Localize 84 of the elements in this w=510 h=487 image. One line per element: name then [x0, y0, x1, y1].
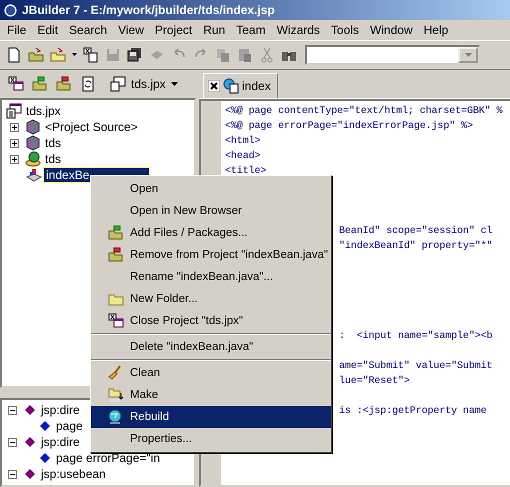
app-logo-icon — [3, 2, 18, 18]
tag-icon — [23, 404, 37, 416]
java-file-icon — [26, 167, 42, 183]
tree-item[interactable]: tds — [43, 136, 64, 150]
menu-item[interactable]: Team — [231, 23, 272, 37]
attribute-icon — [38, 452, 52, 464]
expand-icon[interactable] — [10, 154, 19, 164]
project-selector[interactable]: tds.jpx — [110, 76, 178, 92]
globe-page-icon — [223, 78, 239, 94]
open-folder-icon[interactable] — [50, 47, 66, 63]
open-folder-icon[interactable] — [28, 47, 44, 63]
refresh-icon[interactable] — [80, 76, 96, 92]
attribute-icon — [38, 420, 52, 432]
menu-item[interactable]: Tools — [326, 23, 365, 37]
close-icon[interactable] — [208, 80, 220, 92]
menu-item[interactable]: Make — [91, 384, 331, 406]
window-title: JBuilder 7 - E:/mywork/jbuilder/tds/index.jsp — [22, 3, 275, 17]
menu-item[interactable]: Close Project "tds.jpx" — [91, 310, 331, 332]
code-line: <%@ page contentType="text/html; charset=GBK" % — [225, 105, 502, 118]
dropdown-arrow-icon[interactable] — [170, 82, 178, 86]
code-line: BeanId" scope="session" cl — [339, 225, 492, 238]
menu-item[interactable]: Remove from Project "indexBean.java" — [91, 244, 331, 266]
close-project-icon — [108, 313, 124, 329]
menu-item[interactable]: Run — [198, 23, 232, 37]
folder-add-icon — [108, 225, 124, 241]
project-file-icon — [110, 76, 126, 92]
tag-icon — [23, 436, 37, 448]
tree-item[interactable]: tds — [43, 152, 64, 166]
folder-remove-icon — [108, 247, 124, 263]
menu-item[interactable]: Wizards — [272, 23, 326, 37]
editor-tab[interactable]: index — [203, 73, 278, 98]
menu-item[interactable]: Properties... — [91, 428, 331, 450]
menu-item[interactable]: Edit — [32, 23, 64, 37]
menu-item[interactable]: Delete "indexBean.java" — [91, 336, 331, 358]
menu-item[interactable]: Project — [150, 23, 198, 37]
close-project-icon[interactable] — [8, 76, 24, 92]
menu-item[interactable]: Add Files / Packages... — [91, 222, 331, 244]
collapse-icon[interactable] — [8, 438, 17, 446]
expand-icon[interactable] — [10, 122, 19, 132]
tree-item[interactable]: page errorPage="in — [54, 451, 162, 465]
code-line: "indexBeanId" property="*" — [339, 240, 492, 253]
tag-icon — [23, 468, 37, 480]
collapse-icon[interactable] — [8, 470, 17, 478]
code-line: <html> — [225, 135, 260, 148]
close-file-icon[interactable] — [83, 47, 99, 63]
save-all-icon[interactable] — [127, 47, 143, 63]
menu-item[interactable]: Help — [418, 23, 454, 37]
expand-icon[interactable] — [10, 138, 19, 148]
tree-item[interactable]: jsp:dire — [39, 435, 82, 449]
menu-item[interactable]: File — [2, 23, 32, 37]
code-line: <head> — [225, 150, 260, 163]
code-line: <%@ page errorPage="indexErrorPage.jsp" %> — [225, 120, 473, 133]
project-file-icon — [6, 103, 22, 119]
web-module-icon — [25, 151, 41, 167]
collapse-icon[interactable] — [8, 406, 17, 414]
globe-build-icon — [108, 409, 124, 425]
menu-item[interactable]: Open in New Browser — [91, 200, 331, 222]
menu-item[interactable]: Clean — [91, 362, 331, 384]
tree-item[interactable]: tds.jpx — [24, 104, 63, 118]
code-line: <title> — [225, 165, 266, 178]
folder-add-icon[interactable] — [32, 76, 48, 92]
menu-item[interactable]: New Folder... — [91, 288, 331, 310]
paste-icon[interactable] — [237, 47, 253, 63]
menu-item[interactable]: Search — [64, 23, 114, 37]
code-line: ame="Submit" value="Submit — [339, 360, 492, 373]
dropdown-arrow-icon[interactable] — [72, 53, 77, 57]
folder-build-icon — [108, 387, 124, 403]
menu-item[interactable]: Rename "indexBean.java"... — [91, 266, 331, 288]
menu-item[interactable]: Rebuild — [91, 406, 331, 428]
package-icon — [25, 119, 41, 135]
new-file-icon[interactable] — [6, 47, 22, 63]
menu-item[interactable]: Open — [91, 178, 331, 200]
tree-item[interactable]: jsp:dire — [39, 403, 82, 417]
package-icon — [25, 135, 41, 151]
menu-item[interactable]: View — [113, 23, 150, 37]
code-line: lue="Reset"> — [339, 375, 410, 388]
code-line: : <input name="sample"><b — [339, 330, 492, 343]
tree-item[interactable]: jsp:usebean — [39, 467, 108, 481]
search-combo-box[interactable] — [305, 45, 480, 65]
tree-item[interactable]: page — [54, 419, 85, 433]
folder-remove-icon[interactable] — [56, 76, 72, 92]
tree-item[interactable]: <Project Source> — [43, 120, 140, 134]
code-line: is :<jsp:getProperty name — [339, 405, 487, 418]
menu-item[interactable]: Window — [364, 23, 419, 37]
